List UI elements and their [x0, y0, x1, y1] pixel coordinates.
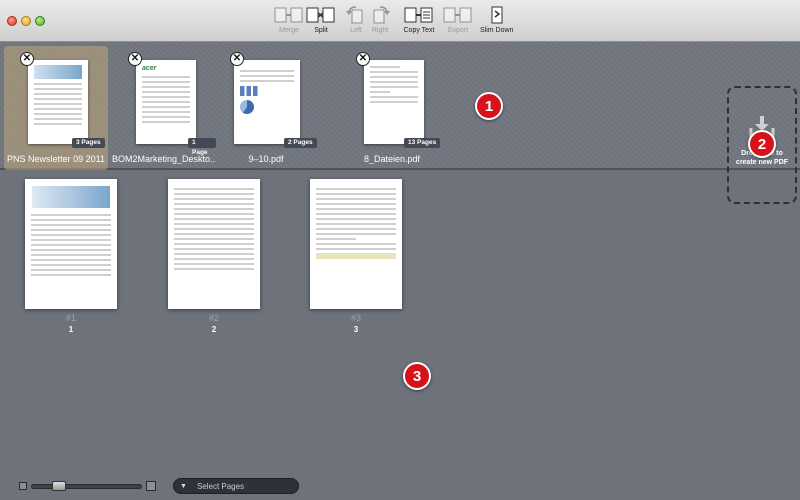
document-thumbnail — [234, 60, 300, 144]
page-item[interactable]: #2 2 — [168, 179, 260, 339]
document-name: PNS Newsletter 09 2011 — [7, 154, 105, 164]
document-item[interactable]: ✕ 2 Pages 9–10.pdf — [214, 46, 318, 170]
window-minimize-button[interactable] — [21, 16, 31, 26]
rotate-right-button[interactable]: Right — [364, 4, 396, 40]
document-name: 8_Dateien.pdf — [363, 154, 421, 164]
document-name: 9–10.pdf — [248, 154, 284, 164]
merge-icon — [273, 4, 305, 26]
page-count-badge: 13 Pages — [404, 138, 441, 148]
document-thumbnail — [364, 60, 424, 144]
page-count-badge: 2 Pages — [284, 138, 317, 148]
export-icon — [442, 4, 474, 26]
zoom-slider-track[interactable] — [31, 484, 142, 489]
page-count-badge: 3 Pages — [72, 138, 105, 148]
select-pages-dropdown[interactable]: ▼ Select Pages — [173, 478, 299, 494]
page-thumbnail — [168, 179, 260, 309]
document-thumbnail: acer — [136, 60, 196, 144]
window-close-button[interactable] — [7, 16, 17, 26]
split-button[interactable]: Split — [305, 4, 337, 40]
page-number: #2 — [208, 313, 219, 323]
window-toolbar: Merge Split Left Right Copy Text Export — [0, 0, 800, 42]
rotate-right-icon — [364, 4, 396, 26]
page-item[interactable]: #3 3 — [310, 179, 402, 339]
close-icon[interactable]: ✕ — [20, 52, 34, 66]
page-thumbnail — [25, 179, 117, 309]
slim-down-icon — [481, 4, 513, 26]
copy-text-button[interactable]: Copy Text — [403, 4, 435, 40]
close-icon[interactable]: ✕ — [356, 52, 370, 66]
window-zoom-button[interactable] — [35, 16, 45, 26]
split-icon — [305, 4, 337, 26]
page-label: 2 — [211, 325, 217, 334]
triangle-down-icon: ▼ — [180, 482, 187, 490]
export-button[interactable]: Export — [442, 4, 474, 40]
select-pages-label: Select Pages — [196, 481, 245, 491]
document-item[interactable]: acer ✕ 1 Page BOM2Marketing_Deskto... — [112, 46, 216, 170]
slim-down-button[interactable]: Slim Down — [480, 4, 513, 40]
document-item[interactable]: ✕ 3 Pages PNS Newsletter 09 2011 — [4, 46, 108, 170]
page-number: #1 — [65, 313, 76, 323]
callout-marker-2: 2 — [748, 130, 776, 158]
page-label: 1 — [68, 325, 74, 334]
zoom-slider-knob[interactable] — [52, 481, 66, 491]
page-count-badge: 1 Page — [188, 138, 216, 156]
pages-area: #1 1 #2 2 #3 3 3 — [0, 172, 800, 472]
page-label: 3 — [353, 325, 359, 334]
close-icon[interactable]: ✕ — [230, 52, 244, 66]
copy-text-icon — [403, 4, 435, 26]
document-item[interactable]: ✕ 13 Pages 8_Dateien.pdf — [340, 46, 444, 170]
page-item[interactable]: #1 1 — [25, 179, 117, 339]
zoom-in-icon[interactable] — [146, 481, 156, 491]
bottom-bar: ▼ Select Pages — [0, 472, 800, 500]
zoom-out-icon[interactable] — [19, 482, 27, 490]
merge-button[interactable]: Merge — [273, 4, 305, 40]
page-number: #3 — [350, 313, 361, 323]
document-thumbnail — [28, 60, 88, 144]
close-icon[interactable]: ✕ — [128, 52, 142, 66]
dropzone-text-line2: create new PDF — [735, 159, 789, 166]
callout-marker-1: 1 — [475, 92, 503, 120]
page-thumbnail — [310, 179, 402, 309]
documents-shelf: ✕ 3 Pages PNS Newsletter 09 2011 acer ✕ … — [0, 42, 800, 204]
callout-marker-3: 3 — [403, 362, 431, 390]
document-name: BOM2Marketing_Deskto... — [112, 154, 216, 164]
